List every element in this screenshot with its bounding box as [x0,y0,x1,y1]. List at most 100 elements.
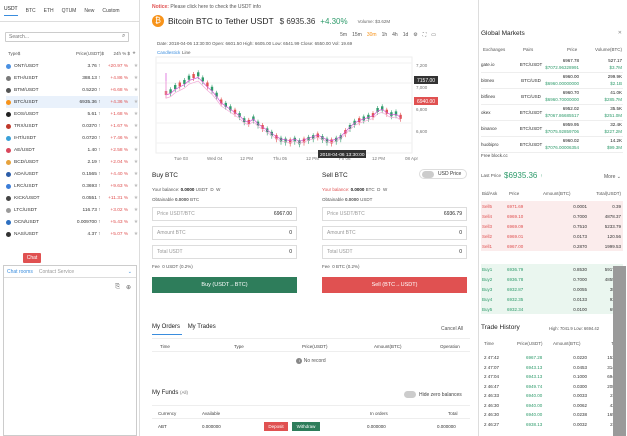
scrollbar[interactable] [613,266,626,436]
notice-text[interactable]: Please click here to check the USDT info [170,4,261,10]
sell-price-field[interactable]: Price USDT/BTC 6936.79 [322,207,467,221]
usd-price-toggle[interactable]: USD Price [419,169,467,179]
star-icon[interactable]: ★ [128,148,138,153]
bid-row[interactable]: Buy16936.790.85305917.08 [481,264,623,274]
pair-row[interactable]: LRC/USDT 0.3693 ↑ +9.63 % ★ [6,180,138,192]
bid-row[interactable]: Buy46932.350.013392.25 [481,294,623,304]
chart-canvas[interactable]: 7157.00 6940.00 7,200 7,000 6,800 6,600 Tue 03… [152,33,442,166]
pair-row[interactable]: ADA/USDT 0.1565 ↑ +4.40 % ★ [6,168,138,180]
pair-row[interactable]: BTM/USDT 0.5220 ↑ +6.68 % ★ [6,84,138,96]
pair-row[interactable]: TRX/USDT 0.0370 ↑ +1.67 % ★ [6,120,138,132]
buy-amount-field[interactable]: Amount BTC 0 [152,226,297,240]
star-icon[interactable]: ★ [128,220,138,225]
chat-button[interactable]: Chat [23,253,41,263]
pair-row[interactable]: EOS/USDT 5.61 ↑ +1.68 % ★ [6,108,138,120]
ask-row[interactable]: Sell5 6971.69 0.0001 0.39 [481,201,623,211]
sell-total-value[interactable]: 0 [459,249,462,255]
toggle-knob[interactable] [422,170,434,178]
tab-chat-rooms[interactable]: Chat rooms [7,269,33,275]
star-icon[interactable]: ★ [128,172,138,177]
tf-15m[interactable]: 15m [352,32,362,38]
tab-eth[interactable]: ETH [44,8,54,14]
buy-total-value[interactable]: 0 [289,249,292,255]
withdraw-button[interactable]: Withdraw [292,422,320,431]
star-icon[interactable]: ★ [128,100,138,105]
star-icon[interactable]: ★ [128,208,138,213]
sell-total-field[interactable]: Total USDT 0 [322,245,467,259]
cancel-all-button[interactable]: Cancel All [441,326,463,332]
market-row[interactable]: gate.io BTC/USDT 6967.78 $7072.96328991 527.… [481,57,623,73]
pair-row[interactable]: ONT/USDT 3.76 ↑ +20.97 % ★ [6,60,138,72]
hide-zero-toggle[interactable]: Hide zero balances [404,391,462,398]
bid-row[interactable]: Buy56932.340.010069.32 [481,304,623,314]
buy-price-field[interactable]: Price USDT/BTC 6967.00 [152,207,297,221]
ask-row[interactable]: Sell1 6967.00 0.2870 1999.53 [481,241,623,251]
buy-button[interactable]: Buy (USDT→BTC) [152,277,297,293]
sell-amount-value[interactable]: 0 [459,230,462,236]
pair-row[interactable]: BTC/USDT 6935.36 ↑ +4.36 % ★ [6,96,138,108]
bid-row[interactable]: Buy36932.870.005538.13 [481,284,623,294]
more-dropdown[interactable]: More ⌄ [604,174,621,180]
tab-qtum[interactable]: QTUM [62,8,77,14]
tab-custom[interactable]: Custom [102,8,119,14]
col-price[interactable]: Price(USDT)$ [56,51,104,56]
star-icon[interactable]: ★ [128,232,138,237]
star-icon[interactable]: ★ [128,76,138,81]
star-icon[interactable]: ★ [128,88,138,93]
tab-new[interactable]: New [84,8,94,14]
mode-candlestick[interactable]: Candlestick [157,50,180,55]
star-icon[interactable]: ★ [128,136,138,141]
deposit-button[interactable]: Deposit [264,422,288,431]
pair-row[interactable]: LTC/USDT 116.73 ↑ +3.02 % ★ [6,204,138,216]
market-row[interactable]: huobipro BTC/USDT 6960.02 $7076.00006354 14.… [481,137,623,153]
toggle-knob[interactable] [404,391,416,398]
pair-row[interactable]: AE/USDT 1.40 ↑ +2.58 % ★ [6,144,138,156]
mode-line[interactable]: Line [182,50,191,55]
globe-icon[interactable]: ⊕ [126,284,131,291]
pair-row[interactable]: KICK/USDT 0.0551 ↑ +11.31 % ★ [6,192,138,204]
notice-bar[interactable]: Notice: Please click here to check the U… [152,4,261,10]
settings-icon[interactable]: ⚙ [413,32,417,38]
search-icon[interactable]: ⌕ [122,33,125,40]
star-icon[interactable]: ★ [128,64,138,69]
ask-row[interactable]: Sell3 6969.09 0.7510 5233.79 [481,221,623,231]
bid-row[interactable]: Buy26936.780.70004855.75 [481,274,623,284]
star-icon[interactable]: ★ [128,124,138,129]
buy-price-value[interactable]: 6967.00 [274,211,292,217]
market-row[interactable]: bitfinex BTC/USD 6960.70 $6960.70000000 41.0… [481,89,623,105]
tf-1h[interactable]: 1h [382,32,388,38]
sell-withdraw-link[interactable]: W [383,187,387,192]
star-icon[interactable]: ★ [128,112,138,117]
fullscreen-icon[interactable]: ⛶ [423,32,427,38]
tf-30m[interactable]: 30m [367,32,377,38]
tab-my-trades[interactable]: My Trades [188,324,216,330]
tf-5m[interactable]: 5m [340,32,347,38]
pair-row[interactable]: OCN/USDT 0.009700 ↑ +5.43 % ★ [6,216,138,228]
tf-4h[interactable]: 4h [392,32,398,38]
sell-button[interactable]: Sell (BTC→USDT) [322,277,467,293]
expand-icon[interactable]: ▭ [431,32,436,38]
buy-amount-value[interactable]: 0 [289,230,292,236]
tab-my-orders[interactable]: My Orders [152,324,180,330]
tf-1d[interactable]: 1d [403,32,409,38]
sell-amount-field[interactable]: Amount BTC 0 [322,226,467,240]
close-icon[interactable]: ✕ [618,30,622,36]
free-block-link[interactable]: Free block.cc [481,153,508,158]
buy-withdraw-link[interactable]: W [216,187,220,192]
link-icon[interactable]: ⎘ [115,284,120,291]
pair-row[interactable]: NAS/USDT 4.37 ↑ +5.07 % ★ [6,228,138,240]
market-row[interactable]: bitmex BTC/USD 6960.00 $6960.00000000 299.9K… [481,73,623,89]
star-header-icon[interactable]: ★ [130,50,136,56]
tab-usdt[interactable]: USDT [4,6,18,16]
price-chart[interactable]: 7157.00 6940.00 7,200 7,000 6,800 6,600 Tue 03… [152,32,442,166]
ask-row[interactable]: Sell4 6969.10 0.7000 4878.37 [481,211,623,221]
pair-row[interactable]: IHT/USDT 0.0720 ↑ +7.46 % ★ [6,132,138,144]
pair-row[interactable]: ETH/USDT 388.13 ↑ +4.86 % ★ [6,72,138,84]
ask-row[interactable]: Sell2 6969.01 0.0173 120.56 [481,231,623,241]
star-icon[interactable]: ★ [128,160,138,165]
buy-deposit-link[interactable]: D [210,187,213,192]
star-icon[interactable]: ★ [128,184,138,189]
search-input[interactable] [5,32,129,42]
collapse-icon[interactable]: ⌄ [128,269,132,275]
tab-contact-service[interactable]: Contact Service [39,269,74,275]
